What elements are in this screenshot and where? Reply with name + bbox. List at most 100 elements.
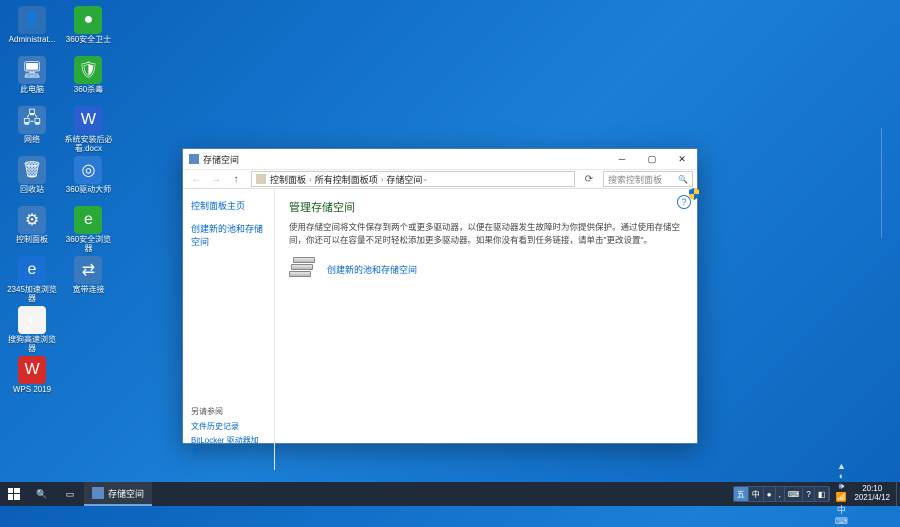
ime-seg-2[interactable]: ● — [764, 487, 776, 501]
desktop-icon-label: 360驱动大师 — [66, 186, 111, 195]
clock-date: 2021/4/12 — [854, 494, 890, 503]
desktop-icon-label: 回收站 — [20, 186, 44, 195]
forward-button[interactable]: → — [207, 170, 225, 188]
desktop-icon-recycle-bin[interactable]: 🗑 回收站 — [6, 156, 58, 204]
desktop-icon-label: 360安全卫士 — [66, 36, 111, 45]
360-sd-icon: 🛡 — [74, 56, 102, 84]
desktop-icon-sogou-browser[interactable]: ◐ 搜狗高速浏览器 — [6, 306, 58, 354]
taskbar-app-icon — [92, 487, 104, 499]
sys-install-icon: W — [74, 106, 102, 134]
crumb-dropdown-icon[interactable]: ⌄ — [422, 175, 428, 183]
desktop-icon-label: WPS 2019 — [13, 386, 51, 395]
sidebar-related-title: 另请参阅 — [191, 406, 266, 417]
this-pc-icon: 🖥 — [18, 56, 46, 84]
back-button[interactable]: ← — [187, 170, 205, 188]
desktop-icon-label: 360安全浏览器 — [63, 236, 113, 254]
crumb-sep: › — [309, 175, 312, 184]
main-panel: ? 管理存储空间 使用存储空间将文件保存到两个或更多驱动器，以便在驱动器发生故障… — [275, 189, 697, 470]
window-title: 存储空间 — [203, 153, 239, 166]
administrator-icon: 👤 — [18, 6, 46, 34]
window-icon — [189, 154, 199, 164]
nav-bar: ← → ↑ 控制面板 › 所有控制面板项 › 存储空间 ⌄ ⟳ 搜索控制面板 🔍 — [183, 169, 697, 189]
tray-icon-4[interactable]: 中 — [834, 503, 848, 516]
sidebar: 控制面板主页 创建新的池和存储空间 另请参阅 文件历史记录 BitLocker … — [183, 189, 275, 470]
search-icon: 🔍 — [678, 175, 688, 184]
desktop-icon-label: 网络 — [24, 136, 40, 145]
ime-seg-3[interactable]: , — [776, 487, 785, 501]
sidebar-home-link[interactable]: 控制面板主页 — [191, 199, 266, 212]
desktop-icon-wps[interactable]: W WPS 2019 — [6, 356, 58, 404]
task-view-button[interactable]: ▭ — [56, 482, 84, 506]
desktop-icon-2345-browser[interactable]: e 2345加速浏览器 — [6, 256, 58, 304]
uac-shield-icon — [689, 187, 699, 199]
recycle-bin-icon: 🗑 — [18, 156, 46, 184]
main-description: 使用存储空间将文件保存到两个或更多驱动器，以便在驱动器发生故障时为你提供保护。通… — [289, 221, 683, 247]
close-button[interactable]: ✕ — [667, 149, 697, 169]
desktop-icon-label: Administrat... — [9, 36, 56, 45]
show-desktop-button[interactable] — [896, 482, 900, 506]
taskbar: 🔍 ▭ 存储空间 五中●,⌨?◧ ▲◐🕪📶中⌨ 20:10 2021/4/12 — [0, 482, 900, 506]
ime-seg-1[interactable]: 中 — [749, 487, 764, 501]
ime-seg-4[interactable]: ⌨ — [785, 487, 804, 501]
desktop-icon-administrator[interactable]: 👤 Administrat... — [6, 6, 58, 54]
search-input[interactable]: 搜索控制面板 🔍 — [603, 171, 693, 187]
tray-icon-2[interactable]: 🕪 — [834, 481, 848, 492]
breadcrumb[interactable]: 控制面板 › 所有控制面板项 › 存储空间 ⌄ — [251, 171, 575, 187]
desktop-icon-sys-install[interactable]: W 系统安装后必看.docx — [62, 106, 114, 154]
create-pool-link[interactable]: 创建新的池和存储空间 — [327, 263, 417, 276]
sidebar-related-filehistory[interactable]: 文件历史记录 — [191, 421, 266, 432]
desktop-icon-360-drv[interactable]: ◎360驱动大师 — [62, 156, 114, 204]
desktop-icon-360-browser[interactable]: e 360安全浏览器 — [62, 206, 114, 254]
desktop-icon-360-safe[interactable]: ● 360安全卫士 — [62, 6, 114, 54]
crumb-2[interactable]: 所有控制面板项 — [315, 173, 378, 186]
crumb-1[interactable]: 控制面板 — [270, 173, 306, 186]
desktop-icon-label: 控制面板 — [16, 236, 48, 245]
refresh-button[interactable]: ⟳ — [581, 174, 597, 185]
crumb-3[interactable]: 存储空间 — [386, 173, 422, 186]
taskbar-app-storage[interactable]: 存储空间 — [84, 482, 152, 506]
2345-browser-icon: e — [18, 256, 46, 284]
desktop-icon-360-sd[interactable]: 🛡 360杀毒 — [62, 56, 114, 104]
desktop-divider — [881, 128, 882, 238]
desktop-icon-this-pc[interactable]: 🖥 此电脑 — [6, 56, 58, 104]
sidebar-related-bitlocker[interactable]: BitLocker 驱动器加密 — [191, 435, 266, 457]
taskbar-app-label: 存储空间 — [108, 487, 144, 500]
wps-icon: W — [18, 356, 46, 384]
desktop-icon-network[interactable]: 🖧 网络 — [6, 106, 58, 154]
desktop-icon-label: 此电脑 — [20, 86, 44, 95]
dialup-icon: ⇄ — [74, 256, 102, 284]
360-browser-icon: e — [74, 206, 102, 234]
desktop-icon-label: 2345加速浏览器 — [7, 286, 57, 304]
search-button[interactable]: 🔍 — [28, 482, 56, 506]
network-icon: 🖧 — [18, 106, 46, 134]
clock[interactable]: 20:10 2021/4/12 — [848, 485, 896, 503]
tray-icon-3[interactable]: 📶 — [834, 492, 848, 503]
tray-icon-0[interactable]: ▲ — [834, 461, 848, 471]
desktop: 👤Administrat...🖥此电脑🖧网络🗑回收站⚙控制面板e2345加速浏览… — [6, 6, 114, 406]
minimize-button[interactable]: ─ — [607, 149, 637, 169]
up-button[interactable]: ↑ — [227, 170, 245, 188]
desktop-icon-label: 360杀毒 — [74, 86, 103, 95]
start-button[interactable] — [0, 482, 28, 506]
desktop-icon-label: 搜狗高速浏览器 — [7, 336, 57, 354]
desktop-icon-label: 系统安装后必看.docx — [63, 136, 113, 154]
ime-seg-5[interactable]: ? — [803, 487, 814, 501]
drives-icon — [289, 257, 319, 283]
360-safe-icon: ● — [74, 6, 102, 34]
ime-seg-0[interactable]: 五 — [734, 487, 749, 501]
maximize-button[interactable]: ▢ — [637, 149, 667, 169]
create-pool-row: 创建新的池和存储空间 — [289, 257, 683, 283]
ime-toolbar[interactable]: 五中●,⌨?◧ — [733, 486, 831, 502]
sogou-browser-icon: ◐ — [18, 306, 46, 334]
search-placeholder: 搜索控制面板 — [608, 173, 662, 186]
tray-icon-5[interactable]: ⌨ — [834, 516, 848, 527]
desktop-icon-control-panel[interactable]: ⚙控制面板 — [6, 206, 58, 254]
tray-icon-1[interactable]: ◐ — [834, 471, 848, 481]
ime-seg-6[interactable]: ◧ — [815, 487, 830, 501]
crumb-sep: › — [381, 175, 384, 184]
storage-spaces-window: 存储空间 ─ ▢ ✕ ← → ↑ 控制面板 › 所有控制面板项 › 存储空间 ⌄… — [182, 148, 698, 444]
desktop-icon-label: 宽带连接 — [72, 286, 104, 295]
titlebar: 存储空间 ─ ▢ ✕ — [183, 149, 697, 169]
desktop-icon-dialup[interactable]: ⇄ 宽带连接 — [62, 256, 114, 304]
sidebar-create-link[interactable]: 创建新的池和存储空间 — [191, 222, 266, 248]
